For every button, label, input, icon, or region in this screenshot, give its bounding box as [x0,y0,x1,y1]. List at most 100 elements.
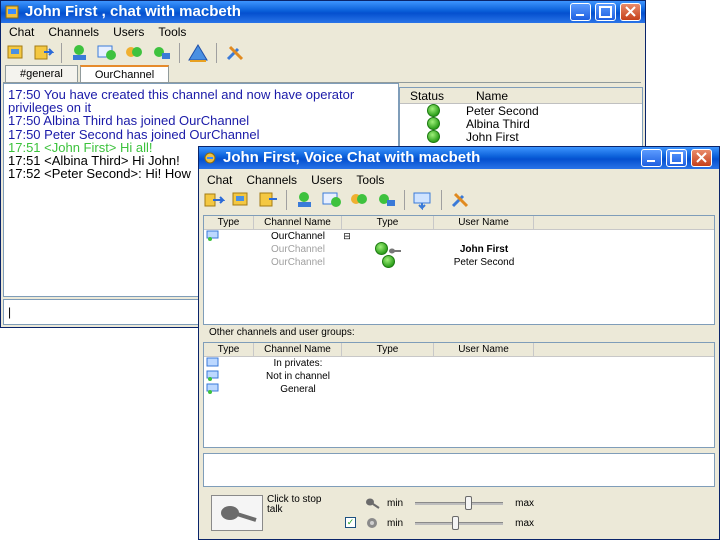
channel-name: OurChannel [271,231,325,242]
column-type[interactable]: Type [204,343,254,356]
voice-close-button[interactable] [691,149,712,167]
mic-volume-slider[interactable] [415,495,504,510]
chat-line: 17:50 Albina Third has joined OurChannel [8,113,250,129]
channel-icon [206,230,219,241]
private-chat-icon[interactable] [321,190,343,210]
group-row[interactable]: Not in channel [204,370,714,383]
user-row[interactable]: John First [400,130,642,144]
group-name: In privates: [273,358,323,369]
voice-icon[interactable] [150,43,172,63]
voice-window-titlebar[interactable]: John First, Voice Chat with macbeth [199,147,719,169]
message-icon[interactable] [412,190,434,210]
message-input-value: | [8,305,12,319]
channel-user-row[interactable]: OurChannel Peter Second [204,254,714,269]
column-user-name[interactable]: User Name [434,343,534,356]
speaker-volume-slider[interactable] [415,515,504,530]
group-row[interactable]: General [204,383,714,396]
mic-min-label: min [387,497,404,509]
join-channel-icon[interactable] [203,190,225,210]
settings-icon[interactable] [224,43,246,63]
maximize-icon [670,152,683,164]
settings-icon[interactable] [449,190,471,210]
online-status-icon [426,104,440,117]
menu-users[interactable]: Users [113,23,144,41]
user-status-icon [381,254,395,268]
speaker-volume-row: min max [365,515,534,530]
toolbar-separator [216,43,217,63]
chat-line: 17:50 Peter Second has joined OurChannel [8,126,260,142]
menu-chat[interactable]: Chat [9,23,34,41]
voice-message-input[interactable] [203,453,715,487]
toolbar-separator [61,43,62,63]
channel-name: OurChannel [271,257,325,268]
voice-icon[interactable] [375,190,397,210]
connect-icon[interactable] [230,190,252,210]
maximize-button[interactable] [595,3,616,21]
user-row[interactable]: Albina Third [400,116,642,131]
voice-window-title: John First, Voice Chat with macbeth [223,149,481,166]
user-name: Peter Second [466,103,539,118]
channel-name: OurChannel [271,244,325,255]
speaking-user-icon [374,241,388,255]
users-group-icon[interactable] [123,43,145,63]
online-status-icon [426,117,440,130]
close-button[interactable] [620,3,641,21]
speaker-enable-checkbox[interactable]: ✓ [345,517,356,528]
add-user-icon[interactable] [69,43,91,63]
private-chat-icon[interactable] [96,43,118,63]
users-group-icon[interactable] [348,190,370,210]
tab-ourchannel[interactable]: OurChannel [79,65,170,83]
menu-tools[interactable]: Tools [158,23,186,41]
toolbar [1,40,645,66]
channel-user-row[interactable]: OurChannel John First [204,241,714,256]
disconnect-icon[interactable] [32,43,54,63]
column-channel-name[interactable]: Channel Name [254,343,342,356]
close-icon [696,152,707,163]
channel-icon [206,370,219,381]
user-row[interactable]: Peter Second [400,103,642,118]
channel-grid-header: Type Channel Name Type User Name [204,216,714,230]
column-channel-name[interactable]: Channel Name [254,216,342,229]
group-row[interactable]: In privates: [204,357,714,370]
chat-window-titlebar[interactable]: John First , chat with macbeth [1,1,645,23]
mic-volume-row: min max [365,495,535,510]
add-user-icon[interactable] [294,190,316,210]
mic-max-label: max [515,497,535,509]
toolbar-separator [286,190,287,210]
speaker-slider-thumb[interactable] [451,515,459,530]
group-name: General [280,384,316,395]
voice-maximize-button[interactable] [666,149,687,167]
channel-grid: Type Channel Name Type User Name OurChan… [203,215,715,325]
chat-window-title: John First , chat with macbeth [25,3,241,20]
voice-chat-window: John First, Voice Chat with macbeth Chat… [198,146,720,540]
channel-row[interactable]: OurChannel ⊟ [204,230,714,243]
minimize-icon [576,14,584,16]
voice-toolbar [199,187,719,213]
other-channels-grid: Type Channel Name Type User Name In priv… [203,342,715,448]
push-to-talk-button[interactable] [211,495,263,531]
voice-minimize-button[interactable] [641,149,662,167]
column-type[interactable]: Type [342,216,434,229]
disconnect-icon[interactable] [257,190,279,210]
close-icon [625,6,636,17]
column-user-name[interactable]: User Name [434,216,534,229]
toolbar-separator [179,43,180,63]
collapse-toggle-icon[interactable]: ⊟ [342,231,352,242]
mic-slider-thumb[interactable] [465,495,473,510]
speaker-min-label: min [387,517,404,529]
user-list-header: Status Name [400,88,642,104]
connect-icon[interactable] [5,43,27,63]
column-name[interactable]: Name [466,88,508,103]
toolbar-separator [441,190,442,210]
column-status[interactable]: Status [400,88,466,103]
online-status-icon [426,130,440,143]
minimize-button[interactable] [570,3,591,21]
tab-general[interactable]: #general [5,65,78,83]
talk-status-label: Click to stop talk [267,494,322,515]
column-type[interactable]: Type [342,343,434,356]
column-type[interactable]: Type [204,216,254,229]
menu-channels[interactable]: Channels [48,23,99,41]
warning-icon[interactable] [187,43,209,63]
user-name: Albina Third [466,116,530,131]
user-name: John First [459,244,509,255]
